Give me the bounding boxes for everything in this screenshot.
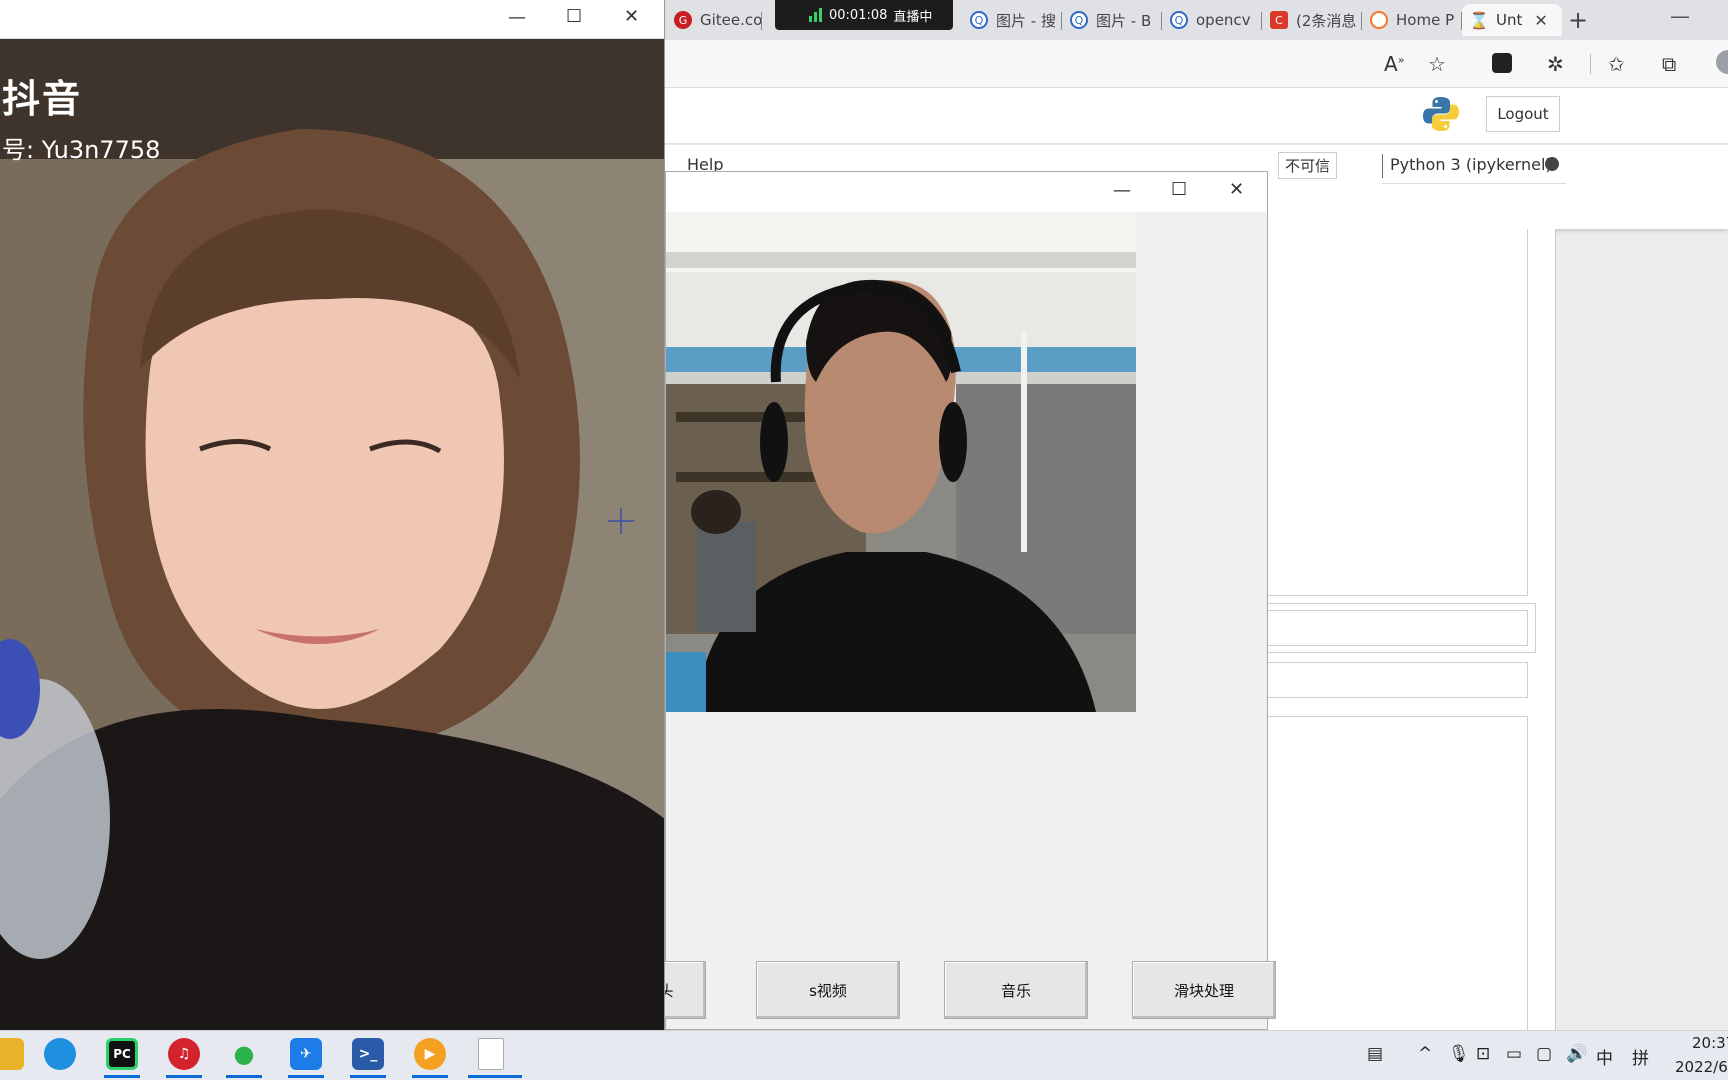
douyin-video-frame: [0, 39, 664, 1030]
tab-opencv[interactable]: Q opencv: [1162, 4, 1262, 36]
pycharm-icon[interactable]: PC: [106, 1038, 138, 1070]
edge-icon[interactable]: [44, 1038, 76, 1070]
qt-minimize-button[interactable]: —: [1113, 180, 1131, 201]
tab-untitled[interactable]: ⌛ Unt ✕: [1462, 4, 1562, 36]
wechat-icon[interactable]: ●: [228, 1038, 260, 1070]
webcam-video-frame: [666, 212, 1136, 712]
netease-music-icon[interactable]: ♫: [168, 1038, 200, 1070]
clock-time[interactable]: 20:37: [1692, 1034, 1728, 1052]
logout-button[interactable]: Logout: [1486, 96, 1560, 132]
jupyter-icon: [1370, 11, 1388, 29]
preview-window-titlebar: — ☐ ✕: [0, 0, 664, 39]
new-tab-button[interactable]: +: [1568, 6, 1588, 34]
preview-maximize-button[interactable]: ☐: [566, 6, 582, 27]
tab-label: opencv: [1196, 11, 1251, 29]
tab-image-search-1[interactable]: Q 图片 - 搜: [962, 4, 1062, 36]
kernel-status-indicator: [1545, 157, 1559, 171]
close-tab-icon[interactable]: ✕: [1534, 11, 1547, 30]
add-favorite-icon[interactable]: ☆: [1428, 52, 1446, 76]
tab-label: Unt: [1496, 11, 1523, 29]
news-widget-icon[interactable]: ▤: [1367, 1044, 1383, 1064]
qt-maximize-button[interactable]: ☐: [1171, 179, 1187, 200]
tab-csdn[interactable]: C (2条消息: [1262, 4, 1362, 36]
tab-label: 图片 - 搜: [996, 11, 1056, 30]
untrusted-badge[interactable]: 不可信: [1278, 152, 1338, 179]
music-button[interactable]: 音乐: [944, 961, 1088, 1019]
qt-video-window: — ☐ ✕ 头 s视频 音乐 滑块处理: [626, 171, 1276, 1030]
search-icon: Q: [1070, 11, 1088, 29]
signal-bars-icon: [809, 8, 822, 22]
crosshair-cursor-icon: [608, 508, 634, 534]
battery-icon[interactable]: ▭: [1506, 1044, 1522, 1064]
csdn-icon: C: [1270, 11, 1288, 29]
video-preview-window: — ☐ ✕ 抖音 号: Yu3n7758: [0, 0, 665, 1030]
kernel-name[interactable]: Python 3 (ipykernel): [1390, 155, 1552, 174]
show-hidden-icons-icon[interactable]: ^: [1418, 1044, 1432, 1064]
tab-image-search-2[interactable]: Q 图片 - B: [1062, 4, 1162, 36]
tab-label: (2条消息: [1296, 11, 1357, 30]
qt-close-button[interactable]: ✕: [1229, 179, 1244, 200]
tab-gitee[interactable]: G Gitee.co: [666, 4, 762, 36]
douyin-id-watermark: 号: Yu3n7758: [2, 136, 161, 164]
feishu-icon[interactable]: ✈: [290, 1038, 322, 1070]
clock-date[interactable]: 2022/6/: [1675, 1058, 1728, 1076]
read-aloud-icon[interactable]: A»: [1384, 52, 1404, 76]
collections-icon[interactable]: ⧉: [1662, 52, 1676, 76]
ime-language[interactable]: 中: [1596, 1044, 1613, 1069]
douyin-watermark: 抖音: [2, 77, 83, 121]
hourglass-icon: ⌛: [1469, 10, 1489, 30]
search-icon: Q: [1170, 11, 1188, 29]
recording-status: 直播中: [893, 9, 933, 25]
qt-window-titlebar: — ☐ ✕: [666, 172, 1267, 212]
vpn-icon[interactable]: ⊡: [1476, 1044, 1490, 1064]
preview-close-button[interactable]: ✕: [624, 6, 639, 27]
preview-minimize-button[interactable]: —: [508, 7, 526, 28]
powershell-icon[interactable]: >_: [352, 1038, 384, 1070]
network-icon[interactable]: ▢: [1536, 1044, 1552, 1064]
volume-icon[interactable]: 🔊: [1566, 1044, 1587, 1064]
recording-indicator[interactable]: 00:01:08 直播中: [775, 0, 953, 30]
recording-time: 00:01:08: [829, 7, 888, 23]
python-logo-icon: [1423, 97, 1459, 131]
obs-recorder-icon[interactable]: ▶: [414, 1038, 446, 1070]
search-icon: Q: [970, 11, 988, 29]
microphone-icon[interactable]: 🎙: [1448, 1044, 1470, 1064]
gitee-icon: G: [674, 11, 692, 29]
notepad-icon[interactable]: [478, 1038, 504, 1070]
file-explorer-icon[interactable]: [0, 1038, 24, 1070]
tab-label: 图片 - B: [1096, 11, 1152, 30]
tab-jupyter-home[interactable]: Home P: [1362, 4, 1462, 36]
slider-processing-button[interactable]: 滑块处理: [1132, 961, 1276, 1019]
extensions-icon[interactable]: ✲: [1547, 52, 1564, 76]
favorites-icon[interactable]: ✩: [1608, 52, 1625, 76]
extension-tampermonkey-icon[interactable]: [1492, 53, 1512, 73]
ime-mode[interactable]: 拼: [1632, 1044, 1649, 1069]
tab-label: Gitee.co: [700, 11, 762, 29]
tab-label: Home P: [1396, 11, 1455, 29]
browser-minimize-button[interactable]: —: [1670, 4, 1690, 28]
video-button[interactable]: s视频: [756, 961, 900, 1019]
